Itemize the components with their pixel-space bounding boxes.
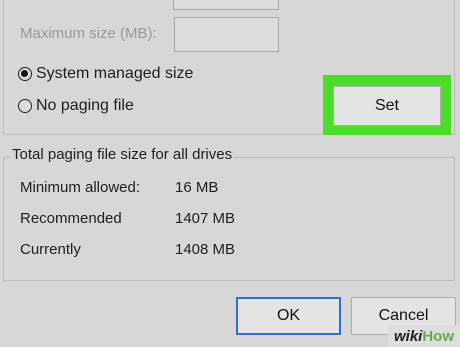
watermark-suffix: How [422, 327, 455, 345]
currently-value: 1408 MB [175, 241, 236, 258]
wikihow-watermark: wiki How [388, 325, 460, 347]
initial-size-input[interactable] [173, 0, 279, 10]
totals-title: Total paging file size for all drives [10, 146, 235, 163]
recommended-label: Recommended [20, 210, 122, 227]
max-size-label: Maximum size (MB): [20, 25, 157, 42]
max-size-input[interactable] [174, 17, 279, 52]
radio-no-paging[interactable]: No paging file [18, 97, 134, 115]
radio-label-system-managed: System managed size [36, 65, 194, 82]
watermark-prefix: wiki [393, 327, 423, 345]
radio-button-unchecked[interactable] [18, 99, 32, 113]
radio-label-no-paging: No paging file [36, 97, 134, 114]
currently-label: Currently [20, 241, 81, 258]
recommended-value: 1407 MB [175, 210, 236, 227]
ok-button[interactable]: OK [236, 297, 341, 335]
set-button[interactable]: Set [333, 86, 441, 126]
radio-system-managed[interactable]: System managed size [18, 65, 193, 83]
min-allowed-label: Minimum allowed: [20, 179, 141, 196]
radio-button-checked[interactable] [18, 67, 32, 81]
min-allowed-value: 16 MB [175, 179, 219, 196]
